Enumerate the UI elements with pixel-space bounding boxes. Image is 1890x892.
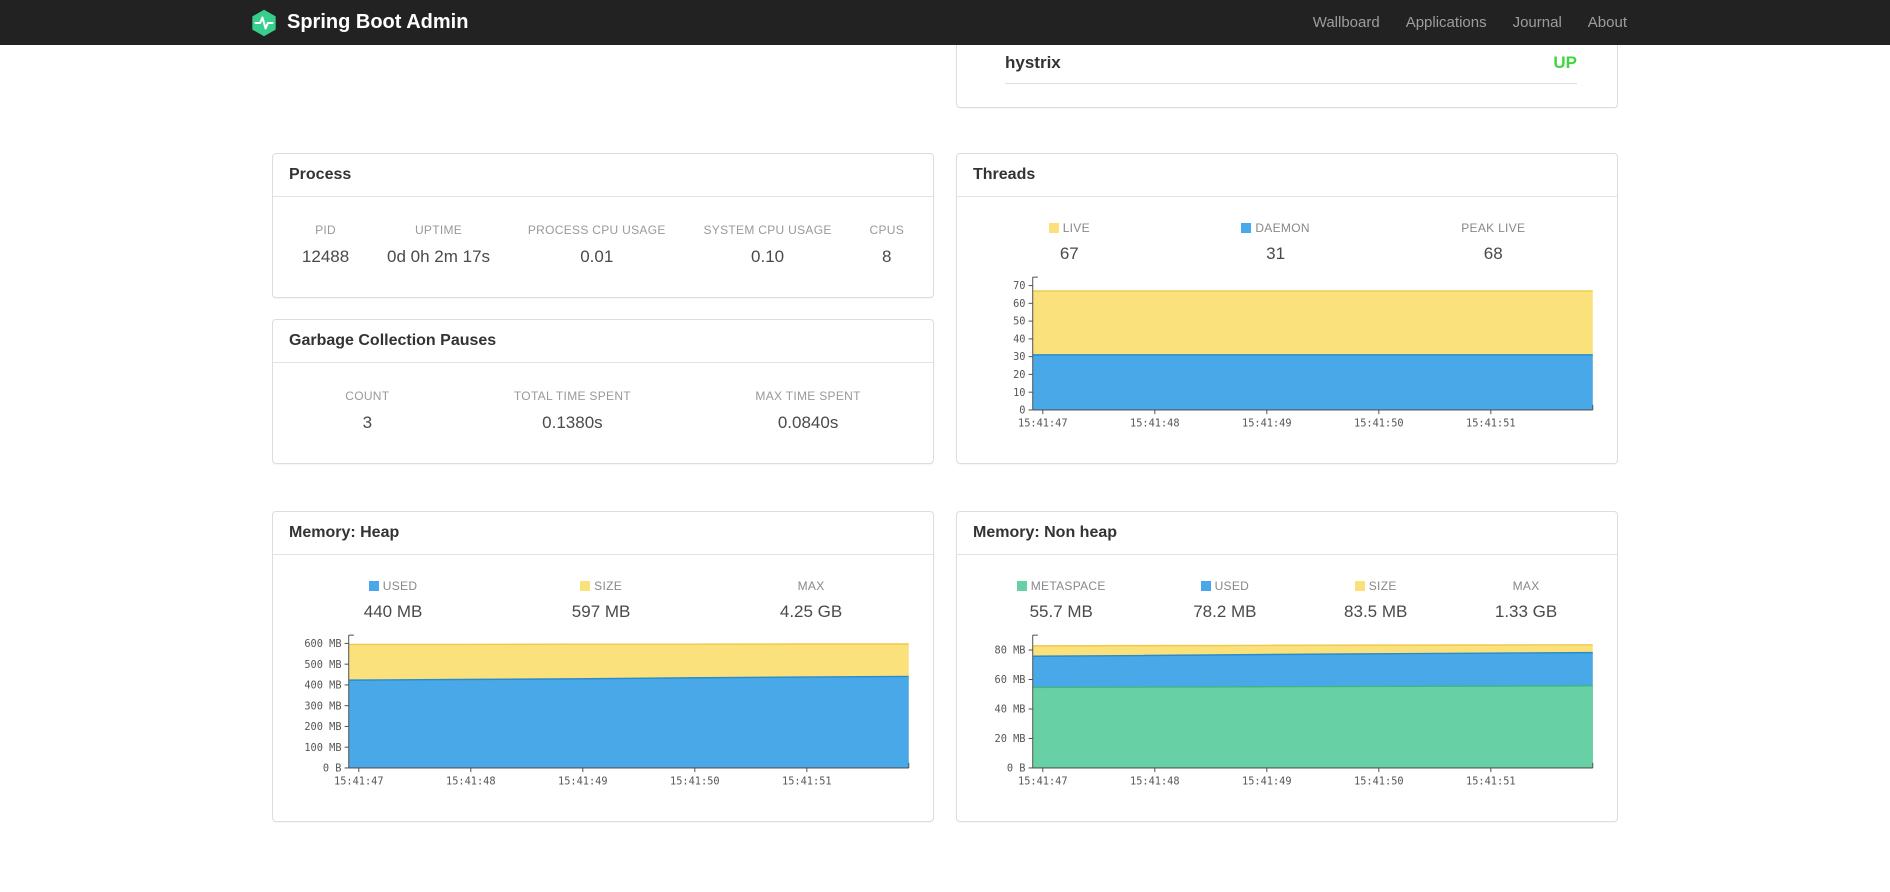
svg-text:15:41:50: 15:41:50 <box>1354 417 1404 429</box>
svg-text:15:41:50: 15:41:50 <box>670 775 720 787</box>
legend-swatch-icon <box>580 581 591 591</box>
svg-text:40 MB: 40 MB <box>995 704 1026 716</box>
legend-item-metaspace: METASPACE 55.7 MB <box>1016 579 1106 622</box>
svg-text:15:41:50: 15:41:50 <box>1354 775 1404 787</box>
svg-text:15:41:48: 15:41:48 <box>446 775 496 787</box>
svg-text:30: 30 <box>1013 351 1025 363</box>
legend-item-max: MAX 4.25 GB <box>779 579 843 621</box>
stat-process-cpu: PROCESS CPU USAGE 0.01 <box>527 223 666 266</box>
stat-uptime: UPTIME 0d 0h 2m 17s <box>387 223 491 266</box>
navbar: Spring Boot Admin Wallboard Applications… <box>0 0 1890 45</box>
threads-legend: LIVE 67 DAEMON 31 PEAK LIVE 68 <box>973 197 1601 264</box>
memory-heap-chart: 0 B 100 MB 200 MB 300 MB 400 MB 500 MB 600 MB 1… <box>304 634 910 787</box>
svg-text:40: 40 <box>1013 333 1025 345</box>
legend-item-max: MAX 1.33 GB <box>1494 579 1558 621</box>
svg-text:15:41:49: 15:41:49 <box>558 775 608 787</box>
svg-text:15:41:51: 15:41:51 <box>782 775 832 787</box>
process-panel: Process PID 12488 UPTIME 0d 0h 2m 17s PR… <box>272 153 934 298</box>
stat-gc-count: COUNT 3 <box>345 389 390 432</box>
legend-item-peak-live: PEAK LIVE 68 <box>1461 221 1526 263</box>
svg-text:400 MB: 400 MB <box>304 680 341 692</box>
brand[interactable]: Spring Boot Admin <box>250 9 468 37</box>
health-indicator-name: hystrix <box>1005 53 1061 72</box>
process-stats: PID 12488 UPTIME 0d 0h 2m 17s PROCESS CP… <box>273 197 933 267</box>
process-panel-title: Process <box>273 154 933 197</box>
stat-gc-max-time: MAX TIME SPENT 0.0840s <box>755 389 861 432</box>
svg-text:200 MB: 200 MB <box>304 721 341 733</box>
memory-heap-panel: Memory: Heap USED 440 MB SIZE 597 MB MAX… <box>272 511 934 822</box>
svg-text:20 MB: 20 MB <box>995 733 1026 745</box>
svg-text:80 MB: 80 MB <box>995 645 1026 657</box>
legend-item-live: LIVE 67 <box>1048 221 1090 264</box>
threads-panel-title: Threads <box>957 154 1617 197</box>
stat-system-cpu: SYSTEM CPU USAGE 0.10 <box>703 223 832 266</box>
memory-heap-panel-title: Memory: Heap <box>273 512 933 555</box>
svg-text:15:41:51: 15:41:51 <box>1466 775 1516 787</box>
svg-text:500 MB: 500 MB <box>304 659 341 671</box>
stat-cpus: CPUS 8 <box>869 223 905 266</box>
svg-text:15:41:48: 15:41:48 <box>1130 417 1180 429</box>
right-column: hystrix UP Threads LIVE 67 DAEMON 31 PEA… <box>956 45 1618 822</box>
legend-item-used: USED 78.2 MB <box>1193 579 1257 621</box>
svg-text:600 MB: 600 MB <box>304 638 341 650</box>
svg-text:0 B: 0 B <box>1007 763 1026 775</box>
svg-text:0 B: 0 B <box>323 763 342 775</box>
svg-text:15:41:47: 15:41:47 <box>1018 775 1068 787</box>
memory-nonheap-legend: METASPACE 55.7 MB USED 78.2 MB SIZE 83.5… <box>973 555 1601 622</box>
svg-text:0: 0 <box>1019 405 1025 417</box>
svg-text:15:41:49: 15:41:49 <box>1242 417 1292 429</box>
main-content: Process PID 12488 UPTIME 0d 0h 2m 17s PR… <box>272 45 1618 822</box>
status-badge: UP <box>1553 53 1577 72</box>
stat-pid: PID 12488 <box>301 223 350 266</box>
svg-text:100 MB: 100 MB <box>304 742 341 754</box>
memory-nonheap-panel: Memory: Non heap METASPACE 55.7 MB USED … <box>956 511 1618 822</box>
legend-item-size: SIZE 83.5 MB <box>1344 579 1408 621</box>
brand-title: Spring Boot Admin <box>287 11 469 33</box>
stat-gc-total-time: TOTAL TIME SPENT 0.1380s <box>513 389 631 432</box>
svg-text:15:41:47: 15:41:47 <box>334 775 384 787</box>
gc-stats: COUNT 3 TOTAL TIME SPENT 0.1380s MAX TIM… <box>273 363 933 433</box>
svg-text:15:41:49: 15:41:49 <box>1242 775 1292 787</box>
legend-item-size: SIZE 597 MB <box>571 579 631 621</box>
nav-item-about[interactable]: About <box>1575 14 1640 31</box>
health-row-hystrix: hystrix UP <box>1005 45 1577 84</box>
gc-panel-title: Garbage Collection Pauses <box>273 320 933 363</box>
brand-logo-icon <box>250 9 278 37</box>
svg-text:60 MB: 60 MB <box>995 674 1026 686</box>
legend-swatch-icon <box>1048 223 1059 233</box>
svg-text:300 MB: 300 MB <box>304 700 341 712</box>
legend-item-daemon: DAEMON 31 <box>1241 221 1310 264</box>
svg-text:15:41:51: 15:41:51 <box>1466 417 1516 429</box>
legend-swatch-icon <box>1241 223 1252 233</box>
svg-text:10: 10 <box>1013 387 1025 399</box>
legend-swatch-icon <box>1354 581 1365 591</box>
threads-chart: 0 10 20 30 40 50 60 70 15:41:47 15:41:48 15:41:49 1… <box>1013 276 1594 429</box>
svg-text:15:41:48: 15:41:48 <box>1130 775 1180 787</box>
left-column: Process PID 12488 UPTIME 0d 0h 2m 17s PR… <box>272 45 934 822</box>
legend-swatch-icon <box>1200 581 1211 591</box>
memory-heap-legend: USED 440 MB SIZE 597 MB MAX 4.25 GB <box>289 555 917 622</box>
svg-text:70: 70 <box>1013 280 1025 292</box>
gc-panel: Garbage Collection Pauses COUNT 3 TOTAL … <box>272 319 934 464</box>
legend-swatch-icon <box>368 581 379 591</box>
memory-nonheap-panel-title: Memory: Non heap <box>957 512 1617 555</box>
nav-links: Wallboard Applications Journal About <box>1300 0 1640 45</box>
svg-text:50: 50 <box>1013 316 1025 328</box>
health-panel: hystrix UP <box>956 45 1618 108</box>
legend-swatch-icon <box>1016 581 1027 591</box>
svg-text:20: 20 <box>1013 369 1025 381</box>
threads-panel: Threads LIVE 67 DAEMON 31 PEAK LIVE 68 0… <box>956 153 1618 464</box>
svg-text:15:41:47: 15:41:47 <box>1018 417 1068 429</box>
memory-nonheap-chart: 0 B 20 MB 40 MB 60 MB 80 MB 15:41:47 15:41:48 1… <box>995 634 1594 787</box>
nav-item-applications[interactable]: Applications <box>1393 14 1500 31</box>
nav-item-wallboard[interactable]: Wallboard <box>1300 14 1393 31</box>
nav-item-journal[interactable]: Journal <box>1500 14 1575 31</box>
svg-text:60: 60 <box>1013 298 1025 310</box>
legend-item-used: USED 440 MB <box>363 579 423 621</box>
